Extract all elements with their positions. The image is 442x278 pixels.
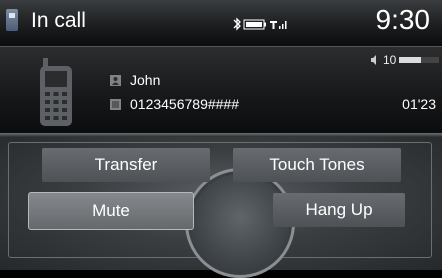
cellphone-icon bbox=[40, 58, 72, 126]
page-title: In call bbox=[31, 9, 86, 32]
call-duration: 01'23 bbox=[402, 96, 436, 112]
mute-button[interactable]: Mute bbox=[28, 192, 194, 230]
volume-indicator: 10 bbox=[371, 53, 440, 67]
battery-icon bbox=[243, 19, 266, 30]
status-icons bbox=[233, 17, 287, 31]
volume-bar-fill bbox=[399, 57, 422, 63]
speaker-icon bbox=[371, 55, 376, 65]
phone-number: 0123456789#### bbox=[130, 96, 240, 112]
volume-bar bbox=[399, 57, 440, 63]
phone-tab-icon bbox=[6, 9, 18, 31]
signal-icon bbox=[270, 21, 287, 29]
phone-number-icon bbox=[110, 98, 121, 110]
header-bar: In call 9:30 bbox=[0, 0, 442, 47]
transfer-button[interactable]: Transfer bbox=[42, 148, 210, 182]
clock: 9:30 bbox=[375, 4, 431, 35]
touch-tones-button[interactable]: Touch Tones bbox=[233, 148, 401, 182]
bluetooth-icon bbox=[233, 17, 241, 31]
hang-up-button[interactable]: Hang Up bbox=[273, 193, 405, 227]
volume-level: 10 bbox=[383, 53, 397, 67]
contact-name: John bbox=[130, 72, 161, 88]
contact-icon bbox=[110, 74, 121, 86]
number-row: 0123456789#### bbox=[110, 96, 239, 112]
contact-row: John bbox=[110, 72, 160, 88]
